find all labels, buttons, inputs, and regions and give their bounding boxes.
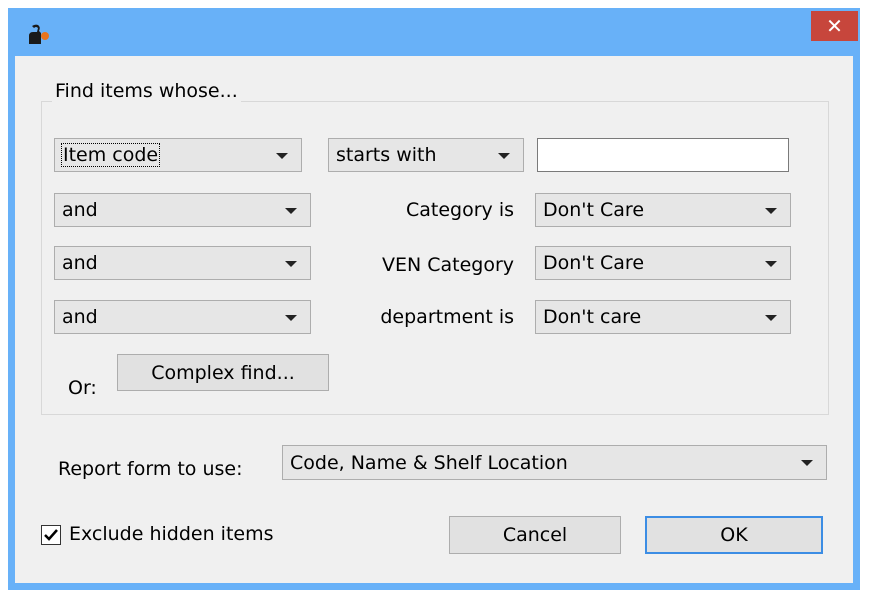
report-form-value: Code, Name & Shelf Location: [290, 451, 568, 474]
department-value: Don't care: [543, 306, 642, 328]
exclude-hidden-label[interactable]: Exclude hidden items: [69, 523, 274, 545]
chevron-down-icon: [276, 153, 288, 159]
find-items-dialog: ✕ Find items whose... Item code starts w…: [8, 8, 860, 590]
category-label: Category is: [405, 199, 514, 221]
dialog-body: Find items whose... Item code starts wit…: [15, 56, 853, 583]
field-select-value: Item code: [60, 143, 161, 167]
conjunction-value-3: and: [62, 306, 98, 328]
chevron-down-icon: [498, 153, 510, 159]
search-value-input[interactable]: [537, 138, 789, 172]
or-label: Or:: [68, 377, 97, 399]
chevron-down-icon: [801, 460, 813, 466]
conjunction-value-2: and: [62, 252, 98, 274]
chevron-down-icon: [285, 315, 297, 321]
chevron-down-icon: [285, 208, 297, 214]
complex-find-button[interactable]: Complex find...: [117, 354, 329, 391]
field-select[interactable]: Item code: [54, 138, 302, 172]
checkmark-icon: [44, 529, 58, 541]
app-logo-icon: [29, 24, 49, 44]
department-label: department is: [380, 306, 514, 328]
chevron-down-icon: [765, 208, 777, 214]
chevron-down-icon: [765, 261, 777, 267]
conjunction-select-1[interactable]: and: [54, 193, 311, 227]
ven-category-select[interactable]: Don't Care: [535, 246, 791, 280]
close-button[interactable]: ✕: [811, 11, 858, 41]
ven-category-label: VEN Category: [381, 254, 514, 276]
ok-button[interactable]: OK: [645, 516, 823, 554]
report-form-select[interactable]: Code, Name & Shelf Location: [282, 445, 827, 480]
group-title: Find items whose...: [52, 80, 241, 102]
report-form-label: Report form to use:: [58, 458, 243, 480]
chevron-down-icon: [285, 261, 297, 267]
cancel-button[interactable]: Cancel: [449, 516, 621, 554]
conjunction-select-2[interactable]: and: [54, 246, 311, 280]
title-bar[interactable]: ✕: [8, 8, 860, 56]
conjunction-select-3[interactable]: and: [54, 300, 311, 334]
category-value: Don't Care: [543, 199, 645, 221]
category-select[interactable]: Don't Care: [535, 193, 791, 227]
exclude-hidden-checkbox[interactable]: [41, 525, 61, 545]
department-select[interactable]: Don't care: [535, 300, 791, 334]
ven-category-value: Don't Care: [543, 252, 645, 274]
operator-select-value: starts with: [336, 144, 437, 166]
conjunction-value-1: and: [62, 199, 98, 221]
operator-select[interactable]: starts with: [328, 138, 524, 172]
chevron-down-icon: [765, 315, 777, 321]
